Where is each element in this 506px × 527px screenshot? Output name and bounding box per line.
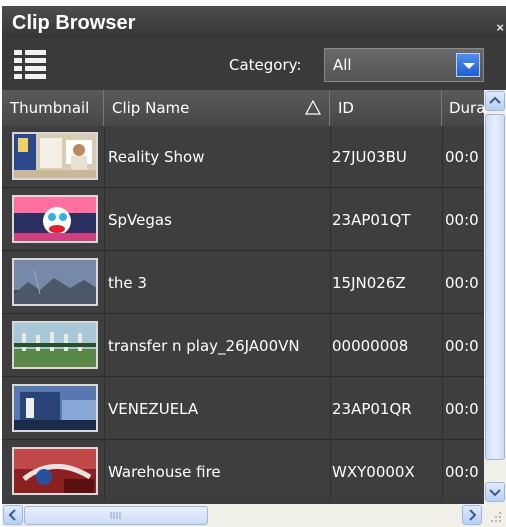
clip-thumbnail xyxy=(12,258,98,306)
clip-id: WXY0000X xyxy=(332,463,415,481)
table-row[interactable]: VENEZUELA 23AP01QR 00:0 xyxy=(2,378,484,440)
vertical-scrollbar[interactable] xyxy=(484,90,506,504)
table-row[interactable]: SpVegas 23AP01QT 00:0 xyxy=(2,189,484,251)
scroll-right-button[interactable] xyxy=(462,505,482,525)
table-row[interactable]: Reality Show 27JU03BU 00:0 xyxy=(2,126,484,188)
clip-duration: 00:0 xyxy=(445,463,479,481)
close-icon[interactable]: × xyxy=(496,20,504,35)
table-row[interactable]: Warehouse fire WXY0000X 00:0 xyxy=(2,441,484,500)
scroll-left-button[interactable] xyxy=(3,505,23,525)
clip-duration: 00:0 xyxy=(445,274,479,292)
clip-name: the 3 xyxy=(108,274,147,292)
clip-duration: 00:0 xyxy=(445,211,479,229)
category-value: All xyxy=(333,56,352,74)
sort-ascending-icon xyxy=(305,100,321,115)
table-row[interactable]: transfer n play_26JA00VN 00000008 00:0 xyxy=(2,315,484,377)
clip-thumbnail xyxy=(12,132,98,180)
clip-duration: 00:0 xyxy=(445,337,479,355)
clip-id: 27JU03BU xyxy=(332,148,407,166)
clip-id: 00000008 xyxy=(332,337,409,355)
window-title: Clip Browser xyxy=(12,12,136,34)
chevron-down-icon[interactable] xyxy=(456,53,480,77)
clip-thumbnail xyxy=(12,321,98,369)
clip-id: 15JN026Z xyxy=(332,274,406,292)
vertical-scroll-thumb[interactable] xyxy=(485,114,505,460)
column-header-id[interactable]: ID xyxy=(330,90,442,126)
clip-name: SpVegas xyxy=(108,211,172,229)
clip-id: 23AP01QR xyxy=(332,400,412,418)
clip-thumbnail xyxy=(12,447,98,495)
category-label: Category: xyxy=(229,56,302,74)
horizontal-scrollbar[interactable] xyxy=(2,504,484,527)
title-bar: Clip Browser × xyxy=(2,6,506,38)
clip-duration: 00:0 xyxy=(445,148,479,166)
clip-thumbnail xyxy=(12,384,98,432)
column-header-duration[interactable]: Dura xyxy=(442,90,484,126)
list-view-icon[interactable] xyxy=(14,50,46,80)
scroll-down-button[interactable] xyxy=(485,482,505,502)
clip-duration: 00:0 xyxy=(445,400,479,418)
scroll-up-button[interactable] xyxy=(485,91,505,111)
table-header: Thumbnail Clip Name ID Dura xyxy=(2,90,506,126)
category-select[interactable]: All xyxy=(324,48,484,82)
toolbar: Category: All xyxy=(2,38,506,90)
clip-name: Reality Show xyxy=(108,148,205,166)
column-header-thumbnail[interactable]: Thumbnail xyxy=(2,90,104,126)
clip-id: 23AP01QT xyxy=(332,211,411,229)
clip-list: Reality Show 27JU03BU 00:0 SpVegas 23AP01QT 0… xyxy=(2,126,484,500)
column-header-clip-name[interactable]: Clip Name xyxy=(104,90,330,126)
clip-browser-panel: Clip Browser × Category: All Thumbnail C… xyxy=(2,6,506,527)
clip-name: transfer n play_26JA00VN xyxy=(108,337,300,355)
resize-grip-icon[interactable] xyxy=(484,504,506,527)
clip-name: Warehouse fire xyxy=(108,463,221,481)
clip-name: VENEZUELA xyxy=(108,400,199,418)
horizontal-scroll-thumb[interactable] xyxy=(24,506,208,525)
clip-thumbnail xyxy=(12,195,98,243)
table-row[interactable]: the 3 15JN026Z 00:0 xyxy=(2,252,484,314)
